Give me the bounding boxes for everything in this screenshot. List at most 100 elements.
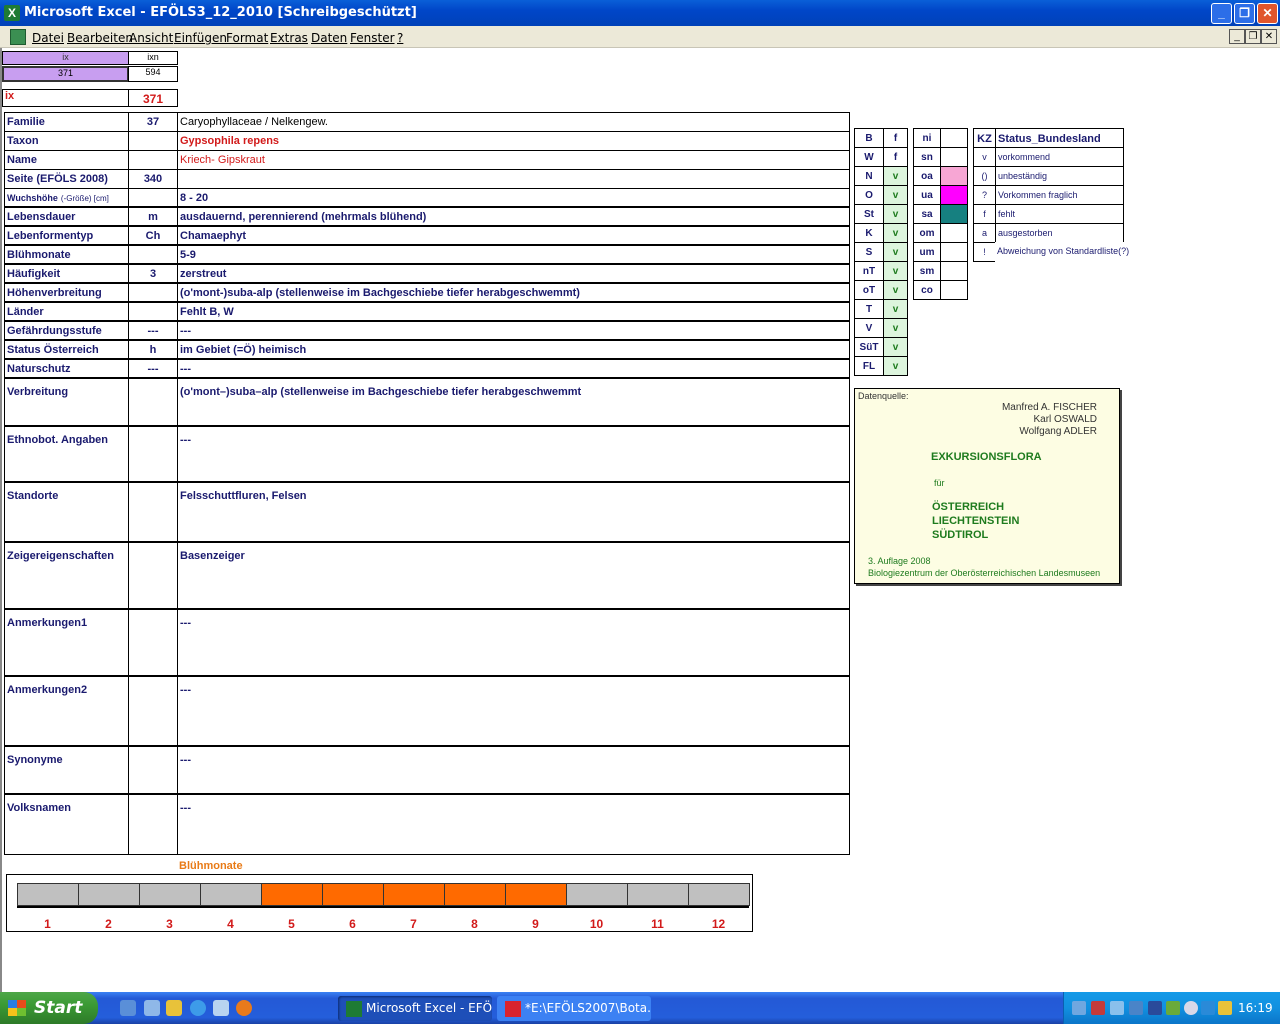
land-status[interactable]: v (883, 223, 908, 243)
row-code[interactable]: 37 (128, 112, 178, 132)
land-code[interactable]: V (854, 318, 884, 338)
mdi-minimize-button[interactable]: _ (1229, 29, 1245, 44)
ix-big-value-cell[interactable]: 371 (128, 89, 178, 107)
row-value[interactable]: --- (177, 676, 850, 746)
menu-bearbeiten[interactable]: Bearbeiten (67, 31, 133, 45)
hoehe-color-cell[interactable] (940, 147, 968, 167)
ix-label-cell[interactable]: ix (2, 89, 129, 107)
menu-datei[interactable]: Datei (32, 31, 64, 45)
hoehe-color-cell[interactable] (940, 280, 968, 300)
row-code[interactable] (128, 302, 178, 321)
row-value[interactable]: --- (177, 746, 850, 794)
ix-header-cell[interactable]: ix (2, 51, 129, 65)
bloom-month-segment-3[interactable] (139, 883, 201, 906)
bloom-month-segment-5[interactable] (261, 883, 323, 906)
land-code[interactable]: O (854, 185, 884, 205)
hoehe-code[interactable]: ni (913, 128, 941, 148)
row-code[interactable] (128, 131, 178, 151)
menu-format[interactable]: Format (226, 31, 268, 45)
land-status[interactable]: v (883, 280, 908, 300)
row-code[interactable] (128, 609, 178, 676)
quicklaunch-firefox-icon[interactable] (236, 1000, 252, 1016)
row-code[interactable] (128, 542, 178, 609)
restore-button[interactable]: ❐ (1234, 3, 1255, 24)
minimize-button[interactable]: _ (1211, 3, 1232, 24)
row-code[interactable]: 340 (128, 169, 178, 189)
ix-value-cell[interactable]: 371 (2, 66, 129, 82)
hoehe-code[interactable]: ua (913, 185, 941, 205)
tray-app-icon-1[interactable] (1091, 1001, 1105, 1015)
status-kz[interactable]: () (973, 166, 996, 186)
land-status[interactable]: v (883, 318, 908, 338)
menu-daten[interactable]: Daten (311, 31, 347, 45)
row-label[interactable]: Wuchshöhe (-Größe) [cm] (4, 188, 129, 207)
row-code[interactable] (128, 188, 178, 207)
row-value[interactable]: 8 - 20 (177, 188, 850, 207)
info-icon[interactable] (1184, 1001, 1198, 1015)
status-kz[interactable]: ? (973, 185, 996, 205)
hoehe-code[interactable]: um (913, 242, 941, 262)
tray-search-icon[interactable] (1110, 1001, 1124, 1015)
row-label[interactable]: Status Österreich (4, 340, 129, 359)
land-status[interactable]: v (883, 261, 908, 281)
row-value[interactable]: ausdauernd, perennierend (mehrmals blühe… (177, 207, 850, 226)
row-value[interactable]: Kriech- Gipskraut (177, 150, 850, 170)
data-source-box[interactable]: Datenquelle: Manfred A. FISCHER Karl OSW… (854, 388, 1120, 584)
row-code[interactable] (128, 676, 178, 746)
hoehe-code[interactable]: co (913, 280, 941, 300)
row-code[interactable]: --- (128, 359, 178, 378)
row-label[interactable]: Häufigkeit (4, 264, 129, 283)
close-button[interactable]: ✕ (1257, 3, 1278, 24)
row-value[interactable]: Caryophyllaceae / Nelkengew. (177, 112, 850, 132)
land-code[interactable]: nT (854, 261, 884, 281)
land-status[interactable]: v (883, 166, 908, 186)
hoehe-code[interactable]: oa (913, 166, 941, 186)
row-value[interactable]: Gypsophila repens (177, 131, 850, 151)
row-code[interactable] (128, 482, 178, 542)
hoehe-code[interactable]: sn (913, 147, 941, 167)
hoehe-color-cell[interactable] (940, 204, 968, 224)
quicklaunch-ie-icon[interactable] (190, 1000, 206, 1016)
menu-einfuegen[interactable]: Einfügen (174, 31, 227, 45)
menu-extras[interactable]: Extras (270, 31, 308, 45)
status-header[interactable]: Status_Bundesland (995, 128, 1124, 148)
workbook-icon[interactable] (10, 29, 26, 45)
row-code[interactable]: m (128, 207, 178, 226)
status-text[interactable]: vorkommend (995, 147, 1124, 167)
status-text[interactable]: Vorkommen fraglich (995, 185, 1124, 205)
land-code[interactable]: oT (854, 280, 884, 300)
row-value[interactable]: --- (177, 794, 850, 855)
land-status[interactable]: v (883, 185, 908, 205)
hoehe-color-cell[interactable] (940, 185, 968, 205)
status-text[interactable]: unbeständig (995, 166, 1124, 186)
network-icon[interactable] (1072, 1001, 1086, 1015)
mdi-close-button[interactable]: ✕ (1261, 29, 1277, 44)
quicklaunch-explorer-icon[interactable] (120, 1000, 136, 1016)
row-code[interactable] (128, 150, 178, 170)
start-button[interactable]: Start (0, 992, 98, 1024)
row-label[interactable]: Volksnamen (4, 794, 129, 855)
row-value[interactable]: --- (177, 609, 850, 676)
land-code[interactable]: K (854, 223, 884, 243)
row-label[interactable]: Taxon (4, 131, 129, 151)
row-code[interactable] (128, 245, 178, 264)
mdi-restore-button[interactable]: ❐ (1245, 29, 1261, 44)
row-label[interactable]: Zeigereigenschaften (4, 542, 129, 609)
tray-app-icon-3[interactable] (1166, 1001, 1180, 1015)
row-label[interactable]: Seite (EFÖLS 2008) (4, 169, 129, 189)
status-text[interactable]: fehlt (995, 204, 1124, 224)
row-code[interactable] (128, 426, 178, 482)
bloom-month-segment-11[interactable] (627, 883, 689, 906)
row-value[interactable]: (o'mont–)suba–alp (stellenweise im Bachg… (177, 378, 850, 426)
bloom-months-chart[interactable]: 1 2 3 4 5 6 7 8 9 10 11 12 (6, 874, 753, 932)
status-kz[interactable]: v (973, 147, 996, 167)
row-value[interactable]: zerstreut (177, 264, 850, 283)
land-status[interactable]: v (883, 242, 908, 262)
row-code[interactable]: h (128, 340, 178, 359)
taskbar-excel-button[interactable]: Microsoft Excel - EFÖ... (338, 996, 492, 1021)
land-status[interactable]: v (883, 356, 908, 376)
tray-app-icon-2[interactable] (1129, 1001, 1143, 1015)
hoehe-color-cell[interactable] (940, 261, 968, 281)
land-code[interactable]: SüT (854, 337, 884, 357)
quicklaunch-outlook-icon[interactable] (144, 1000, 160, 1016)
